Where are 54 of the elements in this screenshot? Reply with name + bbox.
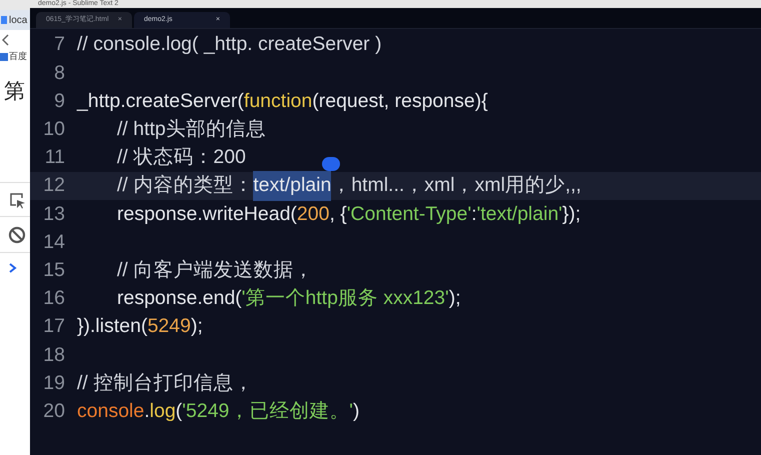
code-text: // http头部的信息 xyxy=(117,117,266,142)
code-text: ( xyxy=(176,398,182,424)
code-text: console xyxy=(77,398,144,424)
line-number: 9 xyxy=(53,88,65,114)
line-number: 12 xyxy=(42,173,65,198)
code-text: ) xyxy=(353,398,360,424)
line-number: 11 xyxy=(44,145,65,170)
line-number: 15 xyxy=(42,258,65,283)
code-text: ，html...，xml，xml用的少,,, xyxy=(331,173,582,198)
code-text: response.writeHead( xyxy=(117,202,297,227)
code-text: 200 xyxy=(296,202,330,227)
code-text: . xyxy=(144,398,150,424)
code-text: function xyxy=(244,88,312,114)
browser-title-bar xyxy=(0,0,30,10)
code-text: log xyxy=(150,398,176,424)
page-icon xyxy=(1,16,7,24)
code-text: '5249，已经创建。' xyxy=(182,398,353,424)
line-number: 8 xyxy=(53,60,65,86)
code-text: // 控制台打印信息， xyxy=(77,370,254,396)
code-text: (request, response){ xyxy=(312,88,488,114)
line-number: 7 xyxy=(53,32,65,58)
code-text: : xyxy=(471,202,477,227)
code-text: ); xyxy=(190,314,203,340)
chevron-icon[interactable] xyxy=(9,262,17,272)
selected-text: text/plain xyxy=(253,171,332,201)
code-text: 'text/plain' xyxy=(476,202,562,227)
select-element-icon[interactable] xyxy=(8,190,26,208)
code-text: _http.createServer( xyxy=(77,88,244,114)
block-icon[interactable] xyxy=(8,226,26,244)
line-number: 13 xyxy=(42,202,65,227)
code-text: ); xyxy=(448,286,461,312)
line-number: 14 xyxy=(42,230,65,255)
code-text: }); xyxy=(562,202,581,227)
code-text: 5249 xyxy=(147,314,191,340)
bookmark[interactable]: 百度 xyxy=(0,50,30,64)
bookmark-icon xyxy=(0,53,8,61)
code-text: // console.log( _http. createServer ) xyxy=(77,32,382,58)
line-number: 10 xyxy=(42,117,65,142)
code-text: // 状态码：200 xyxy=(117,145,246,170)
code-text: // 内容的类型： xyxy=(117,173,254,198)
code-text: 'Content-Type' xyxy=(346,202,472,227)
browser-tab[interactable]: loca xyxy=(0,10,30,30)
line-number: 19 xyxy=(42,370,65,396)
code-text: // 向客户端发送数据， xyxy=(117,258,314,283)
code-text: , { xyxy=(329,202,347,227)
code-text: }).listen( xyxy=(77,314,148,340)
back-icon[interactable] xyxy=(2,34,10,46)
code-text: '第一个http服务 xxx123' xyxy=(242,286,449,312)
line-number: 17 xyxy=(42,314,65,340)
line-number: 20 xyxy=(42,398,65,424)
code-text: response.end( xyxy=(117,286,242,312)
page-heading: 第 xyxy=(3,79,26,105)
line-number: 18 xyxy=(42,342,65,368)
line-number: 16 xyxy=(42,286,65,312)
